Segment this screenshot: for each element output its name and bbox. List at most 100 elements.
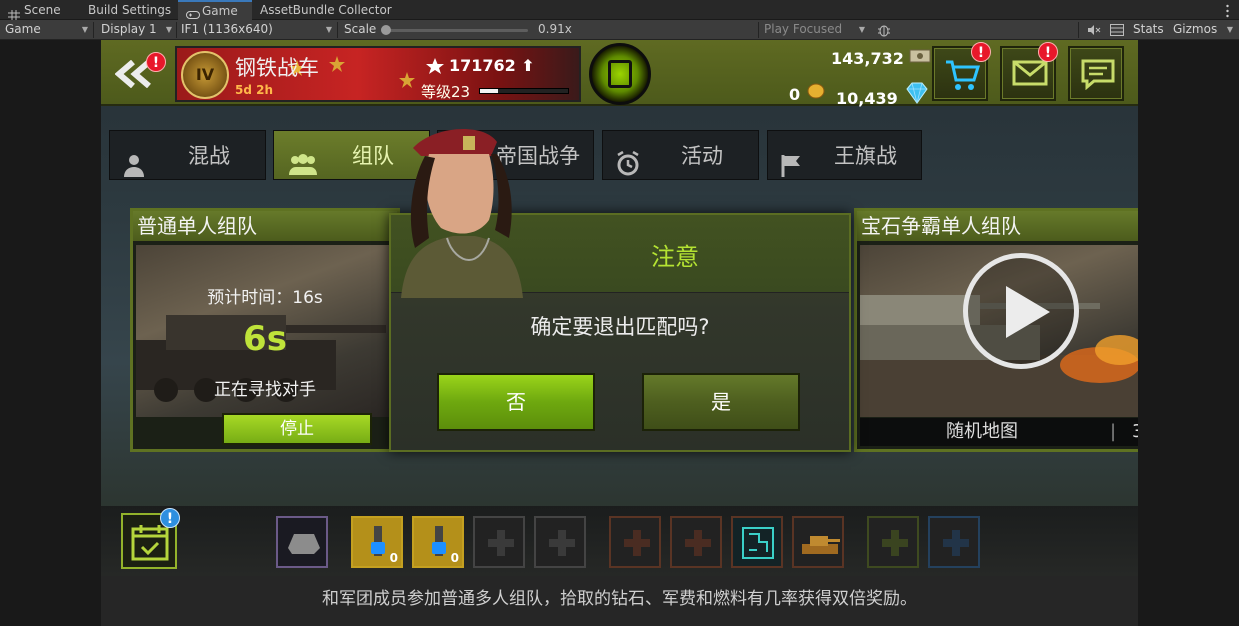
empty-slot[interactable] [534, 516, 586, 568]
tab-melee[interactable]: 混战 [109, 130, 266, 180]
bottom-bar: ! 0 0 [101, 506, 1138, 576]
plus-icon [624, 530, 650, 556]
stop-button[interactable]: 停止 [222, 413, 372, 445]
tab-game-label: Game [202, 4, 238, 18]
shell-lock-icon [432, 526, 446, 556]
diamond-icon [903, 82, 931, 108]
gizmos-dropdown[interactable]: Gizmos ▼ [1168, 20, 1239, 40]
gamepad-icon [186, 7, 200, 19]
aspect-grid-icon[interactable] [1105, 20, 1127, 40]
gem-amount: 10,439 [836, 82, 931, 108]
calendar-check-icon [131, 525, 169, 561]
play-video-button[interactable] [963, 253, 1079, 369]
gem-value: 10,439 [836, 89, 898, 108]
play-icon [1006, 286, 1050, 338]
fuel-button[interactable] [589, 43, 651, 105]
info-badge: ! [160, 508, 180, 528]
tab-scene-label: Scene [24, 3, 61, 17]
matchmaking-status: 正在寻找对手 [214, 380, 316, 400]
card-title: 宝石争霸单人组队 [857, 211, 1138, 241]
circuit-icon [742, 527, 774, 559]
empty-slot[interactable] [609, 516, 661, 568]
scale-slider-handle[interactable] [381, 25, 391, 35]
plus-icon [882, 530, 908, 556]
xp-progress-bar [479, 88, 569, 94]
empty-slot[interactable] [867, 516, 919, 568]
normal-solo-team-card[interactable]: 普通单人组队 预计时间：16s 6s 正在寻找对手 停止 [130, 208, 400, 452]
editor-tab-strip: Scene Build Settings Game AssetBundle Co… [0, 0, 1239, 20]
player-name: 钢铁战车 [235, 56, 319, 80]
grid-icon [8, 6, 20, 20]
locked-item-slot[interactable]: 0 [412, 516, 464, 568]
divider: | [1110, 421, 1117, 442]
map-info-right: 3 [1132, 421, 1138, 442]
circuit-module-slot[interactable] [731, 516, 783, 568]
shell-lock-icon [371, 526, 385, 556]
chat-button[interactable] [1068, 46, 1124, 101]
mail-alert-badge: ! [1038, 42, 1058, 62]
empty-slot[interactable] [670, 516, 722, 568]
flag-icon [780, 145, 804, 195]
display-dropdown[interactable]: Display 1 ▼ [96, 20, 176, 40]
player-level: 等级23 [421, 83, 471, 101]
bug-icon[interactable] [872, 20, 894, 40]
tab-assetbundle-collector[interactable]: AssetBundle Collector [252, 0, 402, 20]
tab-events-label: 活动 [681, 144, 723, 168]
view-mode-value: Game [5, 22, 41, 36]
more-options-icon[interactable] [1226, 3, 1229, 18]
player-score: 171762 ⬆ [449, 56, 535, 75]
map-info-bar: 随机地图 | 3 [860, 418, 1138, 446]
chevron-down-icon: ▼ [858, 25, 865, 34]
resolution-dropdown[interactable]: IF1 (1136x640) ▼ [176, 20, 336, 40]
empty-slot[interactable] [473, 516, 525, 568]
battle-scene-image [860, 245, 1138, 417]
tab-game[interactable]: Game [178, 0, 252, 20]
chevron-down-icon: ▼ [81, 25, 88, 34]
mute-audio-icon[interactable] [1082, 20, 1104, 40]
scale-slider-track[interactable] [383, 29, 528, 32]
tab-events[interactable]: 活动 [602, 130, 759, 180]
stats-button[interactable]: Stats [1128, 20, 1168, 40]
tank-image: 预计时间：16s 6s 正在寻找对手 [136, 245, 394, 417]
shopping-cart-icon [946, 60, 980, 90]
view-mode-dropdown[interactable]: Game ▼ [0, 20, 92, 40]
scale-label: Scale [344, 22, 377, 36]
tank-unit-slot[interactable] [792, 516, 844, 568]
tab-banner-war-label: 王旗战 [834, 144, 897, 168]
plus-icon [685, 530, 711, 556]
coin-value: 0 [789, 85, 801, 104]
item-count: 0 [450, 551, 459, 565]
team-icon [286, 145, 320, 195]
armor-icon [288, 534, 320, 554]
empty-slot[interactable] [928, 516, 980, 568]
eta-label: 预计时间：16s [207, 288, 323, 308]
divider [1078, 22, 1079, 38]
divider [337, 22, 338, 38]
yes-button[interactable]: 是 [642, 373, 800, 431]
game-top-bar: ! IV 钢铁战车 5d 2h 171762 ⬆ 等级23 143,732 0 … [101, 40, 1138, 108]
no-button[interactable]: 否 [437, 373, 595, 431]
fuel-can-icon [608, 60, 632, 88]
player-score-value: 171762 [449, 56, 516, 75]
dialog-message: 确定要退出匹配吗? [530, 315, 710, 339]
item-count: 0 [389, 551, 398, 565]
tab-scene[interactable]: Scene [0, 0, 80, 20]
play-mode-dropdown[interactable]: Play Focused ▼ [759, 20, 869, 40]
shop-alert-badge: ! [971, 42, 991, 62]
rank-emblem: IV [181, 51, 229, 99]
player-card[interactable]: IV 钢铁战车 5d 2h 171762 ⬆ 等级23 [175, 46, 581, 102]
equipment-slot[interactable] [276, 516, 328, 568]
coin-icon [806, 83, 826, 104]
xp-progress-fill [480, 89, 498, 93]
tab-build-settings[interactable]: Build Settings [80, 0, 178, 20]
tab-banner-war[interactable]: 王旗战 [767, 130, 922, 180]
display-value: Display 1 [101, 22, 157, 36]
coin-amount: 0 [789, 82, 826, 104]
chevron-down-icon: ▼ [165, 25, 172, 34]
gem-battle-solo-team-card[interactable]: 宝石争霸单人组队 随机地图 | 3 [854, 208, 1138, 452]
locked-item-slot[interactable]: 0 [351, 516, 403, 568]
alert-badge: ! [146, 52, 166, 72]
divider [93, 22, 94, 38]
tab-team-label: 组队 [352, 144, 394, 168]
play-mode-value: Play Focused [764, 22, 843, 36]
